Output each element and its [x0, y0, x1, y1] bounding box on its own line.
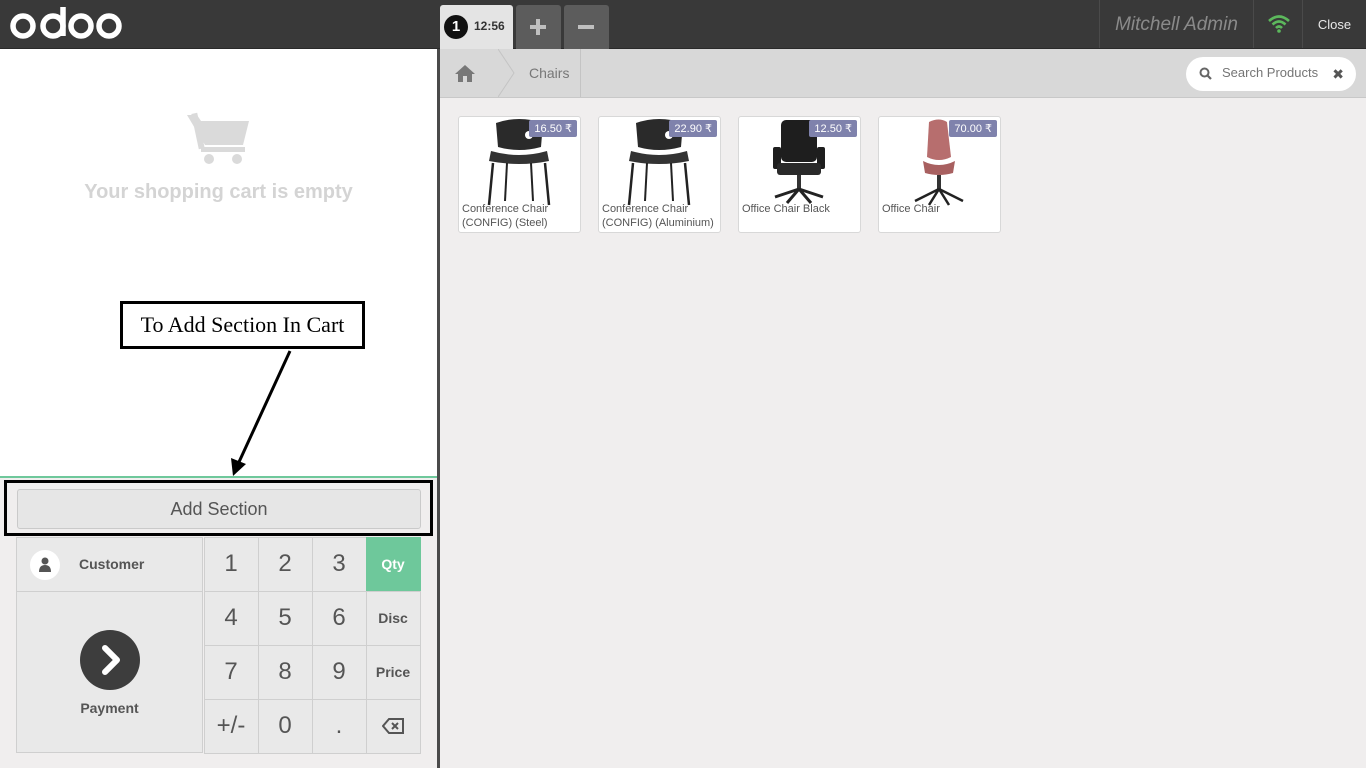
numpad: 1 2 3 Qty 4 5 6 Disc 7 8 9 Price +/- 0 .: [203, 536, 421, 754]
numpad-key-7[interactable]: 7: [203, 644, 259, 700]
product-card[interactable]: 22.90 ₹ Conference Chair (CONFIG) (Alumi…: [598, 116, 721, 233]
numpad-key-6[interactable]: 6: [311, 590, 367, 646]
order-number: 1: [444, 15, 468, 39]
breadcrumb-category[interactable]: Chairs: [529, 65, 569, 81]
product-name: Conference Chair (CONFIG) (Steel): [462, 203, 549, 229]
numpad-key-0[interactable]: 0: [257, 698, 313, 754]
avatar: [30, 550, 60, 580]
mode-qty-button[interactable]: Qty: [365, 536, 421, 592]
user-icon: [39, 557, 51, 572]
home-icon: [455, 65, 475, 82]
numpad-key-8[interactable]: 8: [257, 644, 313, 700]
payment-circle: [80, 630, 140, 690]
numpad-key-3[interactable]: 3: [311, 536, 367, 592]
product-card[interactable]: 16.50 ₹ Conference Chair (CONFIG) (Steel…: [458, 116, 581, 233]
payment-label: Payment: [80, 700, 139, 716]
backspace-button[interactable]: [365, 698, 421, 754]
breadcrumb-separator: [498, 49, 515, 97]
breadcrumb-home[interactable]: [440, 49, 500, 97]
customer-label: Customer: [79, 556, 145, 572]
delete-order-button[interactable]: [564, 5, 609, 49]
payment-button[interactable]: Payment: [17, 592, 202, 752]
action-pad: Customer Payment: [16, 537, 203, 753]
minus-icon: [578, 25, 594, 29]
price-tag: 16.50 ₹: [529, 120, 577, 137]
numpad-key-1[interactable]: 1: [203, 536, 259, 592]
mode-price-button[interactable]: Price: [365, 644, 421, 700]
add-section-button[interactable]: Add Section: [17, 489, 421, 529]
breadcrumb-separator: [580, 49, 581, 97]
backspace-icon: [381, 718, 404, 735]
numpad-key-5[interactable]: 5: [257, 590, 313, 646]
connection-status[interactable]: [1253, 0, 1302, 48]
product-name: Office Chair Black: [742, 203, 830, 215]
numpad-key-dot[interactable]: .: [311, 698, 367, 754]
product-card[interactable]: 70.00 ₹ Office Chair: [878, 116, 1001, 233]
product-card[interactable]: 12.50 ₹ Office Chair Black: [738, 116, 861, 233]
numpad-key-9[interactable]: 9: [311, 644, 367, 700]
product-grid: 16.50 ₹ Conference Chair (CONFIG) (Steel…: [458, 116, 1001, 233]
clear-search-icon[interactable]: ✖: [1332, 66, 1344, 83]
new-order-button[interactable]: [516, 5, 561, 49]
mode-disc-button[interactable]: Disc: [365, 590, 421, 646]
chevron-right-icon: [102, 645, 120, 675]
order-time: 12:56: [474, 19, 505, 33]
product-name: Office Chair: [882, 203, 940, 215]
wifi-icon: [1268, 15, 1290, 33]
category-bar: Chairs ✖: [440, 49, 1366, 98]
product-name: Conference Chair (CONFIG) (Aluminium): [602, 203, 714, 229]
numpad-key-plus-minus[interactable]: +/-: [203, 698, 259, 754]
control-pad: Add Section Customer Payment 1 2 3 Qty 4…: [0, 476, 437, 768]
plus-icon: [530, 19, 546, 35]
customer-button[interactable]: Customer: [17, 538, 202, 592]
search-icon: [1199, 67, 1212, 80]
annotation-arrow: [231, 350, 292, 476]
close-button[interactable]: Close: [1302, 0, 1366, 48]
username[interactable]: Mitchell Admin: [1099, 0, 1253, 48]
price-tag: 12.50 ₹: [809, 120, 857, 137]
price-tag: 22.90 ₹: [669, 120, 717, 137]
numpad-key-4[interactable]: 4: [203, 590, 259, 646]
price-tag: 70.00 ₹: [949, 120, 997, 137]
search-input[interactable]: [1222, 65, 1327, 80]
search-box: ✖: [1186, 57, 1356, 91]
numpad-key-2[interactable]: 2: [257, 536, 313, 592]
order-tab-1[interactable]: 1 12:56: [440, 5, 513, 49]
